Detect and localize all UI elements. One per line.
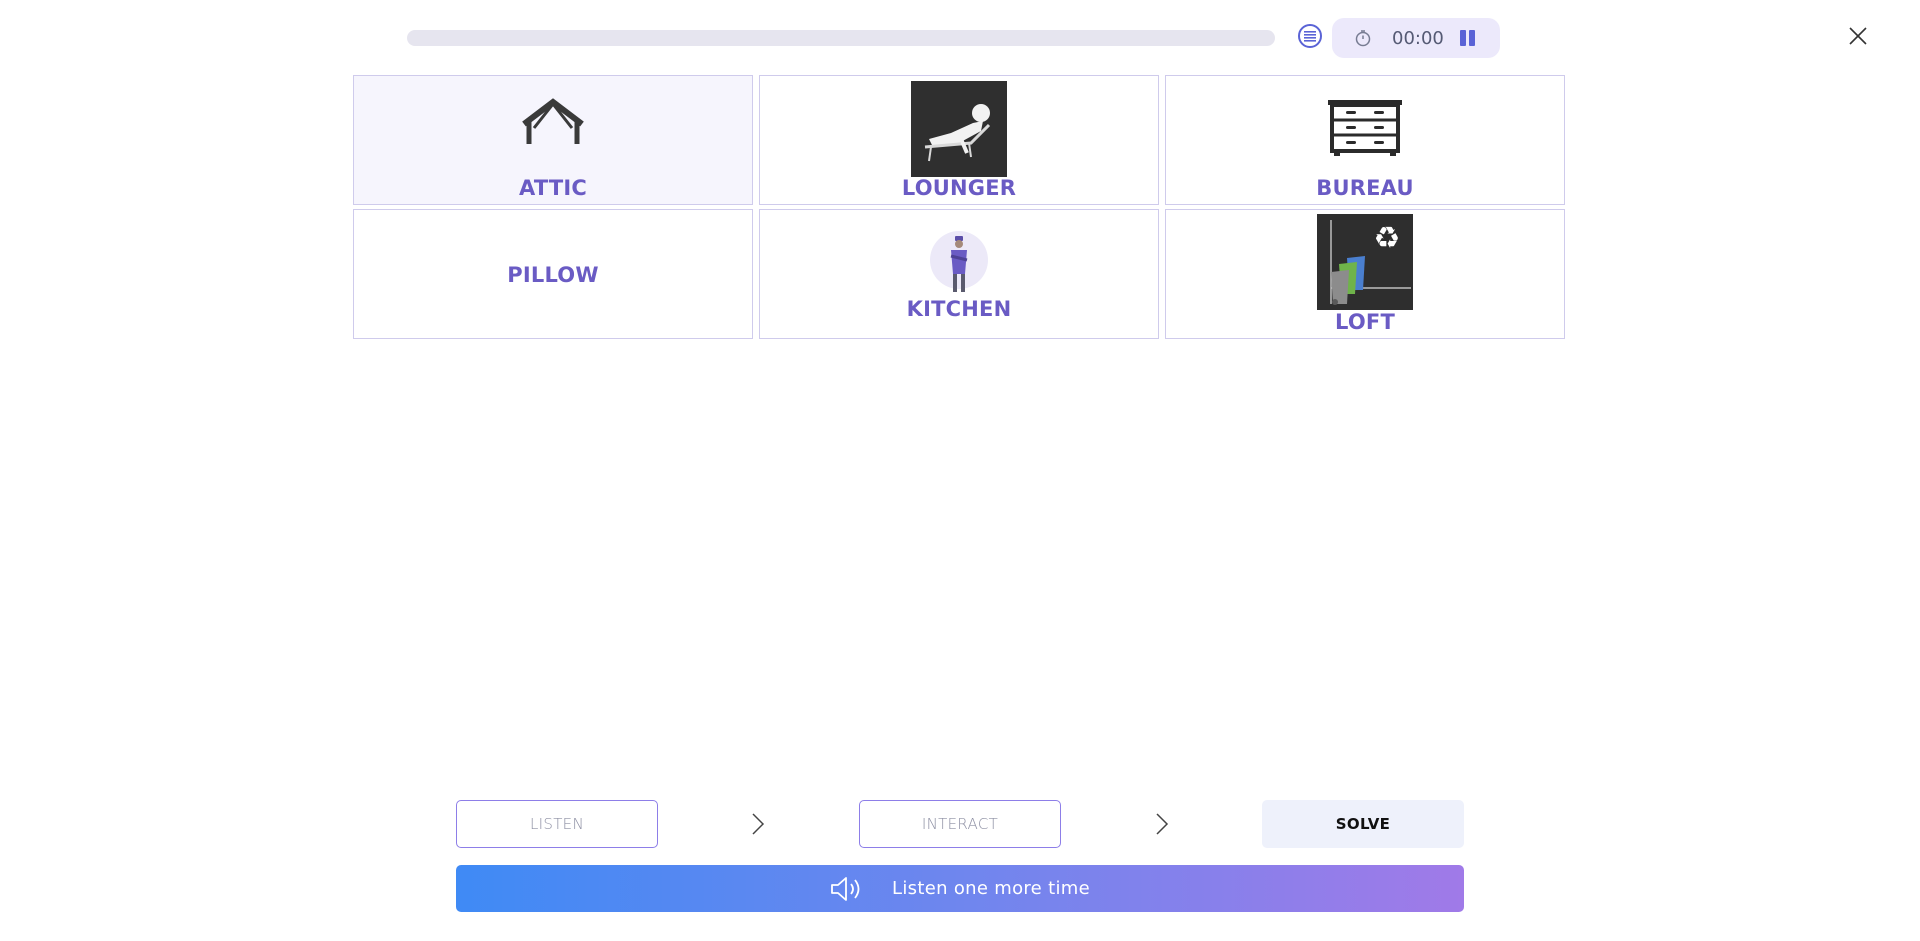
chevron-right-icon [1156, 813, 1169, 835]
close-icon[interactable] [1846, 24, 1870, 48]
listen-again-label: Listen one more time [892, 878, 1090, 899]
card-bureau[interactable]: BUREAU [1165, 75, 1565, 205]
svg-text:♻: ♻ [1374, 221, 1401, 256]
chef-avatar-image [930, 231, 988, 292]
listen-again-button[interactable]: Listen one more time [456, 865, 1464, 912]
card-label: LOFT [1335, 310, 1395, 334]
speaker-icon [831, 876, 860, 901]
word-card-grid: ATTIC LOUNGER BUREAU PILLOW KITCHEN ♻ LO… [353, 75, 1567, 342]
card-kitchen[interactable]: KITCHEN [759, 209, 1159, 339]
roof-frame-icon [522, 98, 584, 144]
card-lounger[interactable]: LOUNGER [759, 75, 1159, 205]
card-label: KITCHEN [906, 297, 1012, 321]
list-icon[interactable] [1298, 24, 1322, 48]
chest-of-drawers-icon [1328, 100, 1402, 156]
pause-icon[interactable] [1459, 30, 1475, 46]
timer-pill: 00:00 [1332, 18, 1500, 58]
card-label: PILLOW [507, 263, 599, 287]
card-loft[interactable]: ♻ LOFT [1165, 209, 1565, 339]
interact-step-button[interactable]: INTERACT [859, 800, 1061, 848]
step-navigation: LISTEN INTERACT SOLVE [0, 800, 1920, 850]
listen-step-button[interactable]: LISTEN [456, 800, 658, 848]
person-on-lounger-image [911, 81, 1007, 177]
chevron-right-icon [752, 813, 765, 835]
card-label: BUREAU [1316, 176, 1414, 200]
solve-step-button[interactable]: SOLVE [1262, 800, 1464, 848]
card-label: LOUNGER [901, 176, 1017, 200]
card-pillow[interactable]: PILLOW [353, 209, 753, 339]
progress-bar [407, 30, 1275, 46]
recycling-bins-image: ♻ [1317, 214, 1413, 310]
card-label: ATTIC [519, 176, 587, 200]
card-attic[interactable]: ATTIC [353, 75, 753, 205]
stopwatch-icon [1355, 30, 1371, 47]
top-bar: 00:00 [0, 0, 1920, 74]
timer-display: 00:00 [1392, 28, 1444, 49]
